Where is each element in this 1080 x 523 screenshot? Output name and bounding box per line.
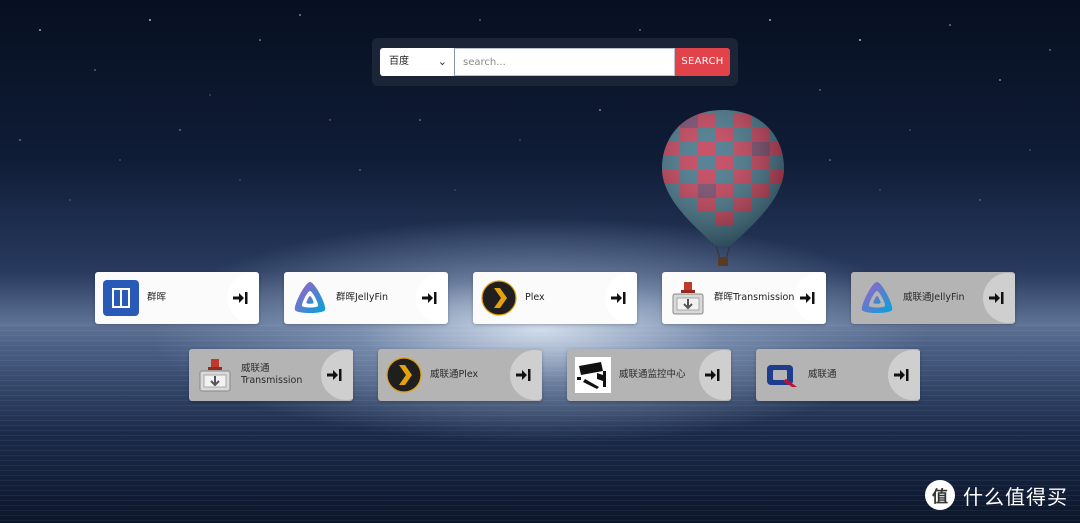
jellyfin-icon — [294, 282, 326, 313]
app-card-qnap[interactable]: 威联通 — [756, 349, 920, 401]
app-card-label: 威联通JellyFin — [903, 292, 965, 303]
app-card-plex[interactable]: Plex — [473, 272, 637, 324]
transmission-icon — [199, 359, 231, 392]
app-card-label: 威联通 Transmission — [241, 363, 303, 386]
app-card-label: 群晖JellyFin — [336, 292, 388, 303]
watermark-text: 什么值得买 — [963, 484, 1068, 509]
app-card-qnap-transmission[interactable]: 威联通 Transmission — [189, 349, 353, 401]
watermark-logo: 值 — [925, 480, 955, 510]
app-card-qnap-plex[interactable]: 威联通Plex — [378, 349, 542, 401]
qnap-icon — [767, 365, 797, 387]
sign-in-arrow-icon — [705, 369, 720, 381]
transmission-icon — [672, 282, 704, 315]
app-card-synology[interactable]: 群晖 — [95, 272, 259, 324]
sign-in-arrow-icon — [989, 292, 1004, 304]
plex-icon — [386, 357, 422, 393]
search-button[interactable]: SEARCH — [675, 48, 730, 76]
search-engine-value: 百度 — [389, 56, 409, 67]
jellyfin-icon — [861, 282, 893, 313]
app-card-label: 威联通 — [808, 369, 837, 380]
sign-in-arrow-icon — [800, 292, 815, 304]
watermark: 值 什么值得买 — [925, 478, 1068, 512]
plex-icon — [481, 280, 517, 316]
synology-icon — [103, 280, 139, 316]
sign-in-arrow-icon — [233, 292, 248, 304]
app-card-label: 威联通Plex — [430, 369, 479, 380]
search-input[interactable] — [454, 48, 675, 76]
app-card-synology-jellyfin[interactable]: 群晖JellyFin — [284, 272, 448, 324]
chevron-down-icon: ⌄ — [437, 55, 447, 68]
hot-air-balloon-image — [662, 110, 784, 266]
app-card-label: Plex — [525, 292, 545, 303]
app-card-label: 威联通监控中心 — [619, 369, 686, 380]
app-card-qnap-surveillance[interactable]: 威联通监控中心 — [567, 349, 731, 401]
app-card-label: 群晖 — [147, 292, 167, 303]
app-card-synology-transmission[interactable]: 群晖Transmission — [662, 272, 826, 324]
sign-in-arrow-icon — [516, 369, 531, 381]
app-card-qnap-jellyfin[interactable]: 威联通JellyFin — [851, 272, 1015, 324]
app-card-label: 群晖Transmission — [714, 292, 795, 303]
sign-in-arrow-icon — [327, 369, 342, 381]
sign-in-arrow-icon — [894, 369, 909, 381]
surveillance-camera-icon — [575, 357, 611, 393]
sign-in-arrow-icon — [422, 292, 437, 304]
search-bar: 百度 ⌄ SEARCH — [372, 38, 738, 86]
search-engine-select[interactable]: 百度 ⌄ — [380, 48, 454, 76]
sign-in-arrow-icon — [611, 292, 626, 304]
